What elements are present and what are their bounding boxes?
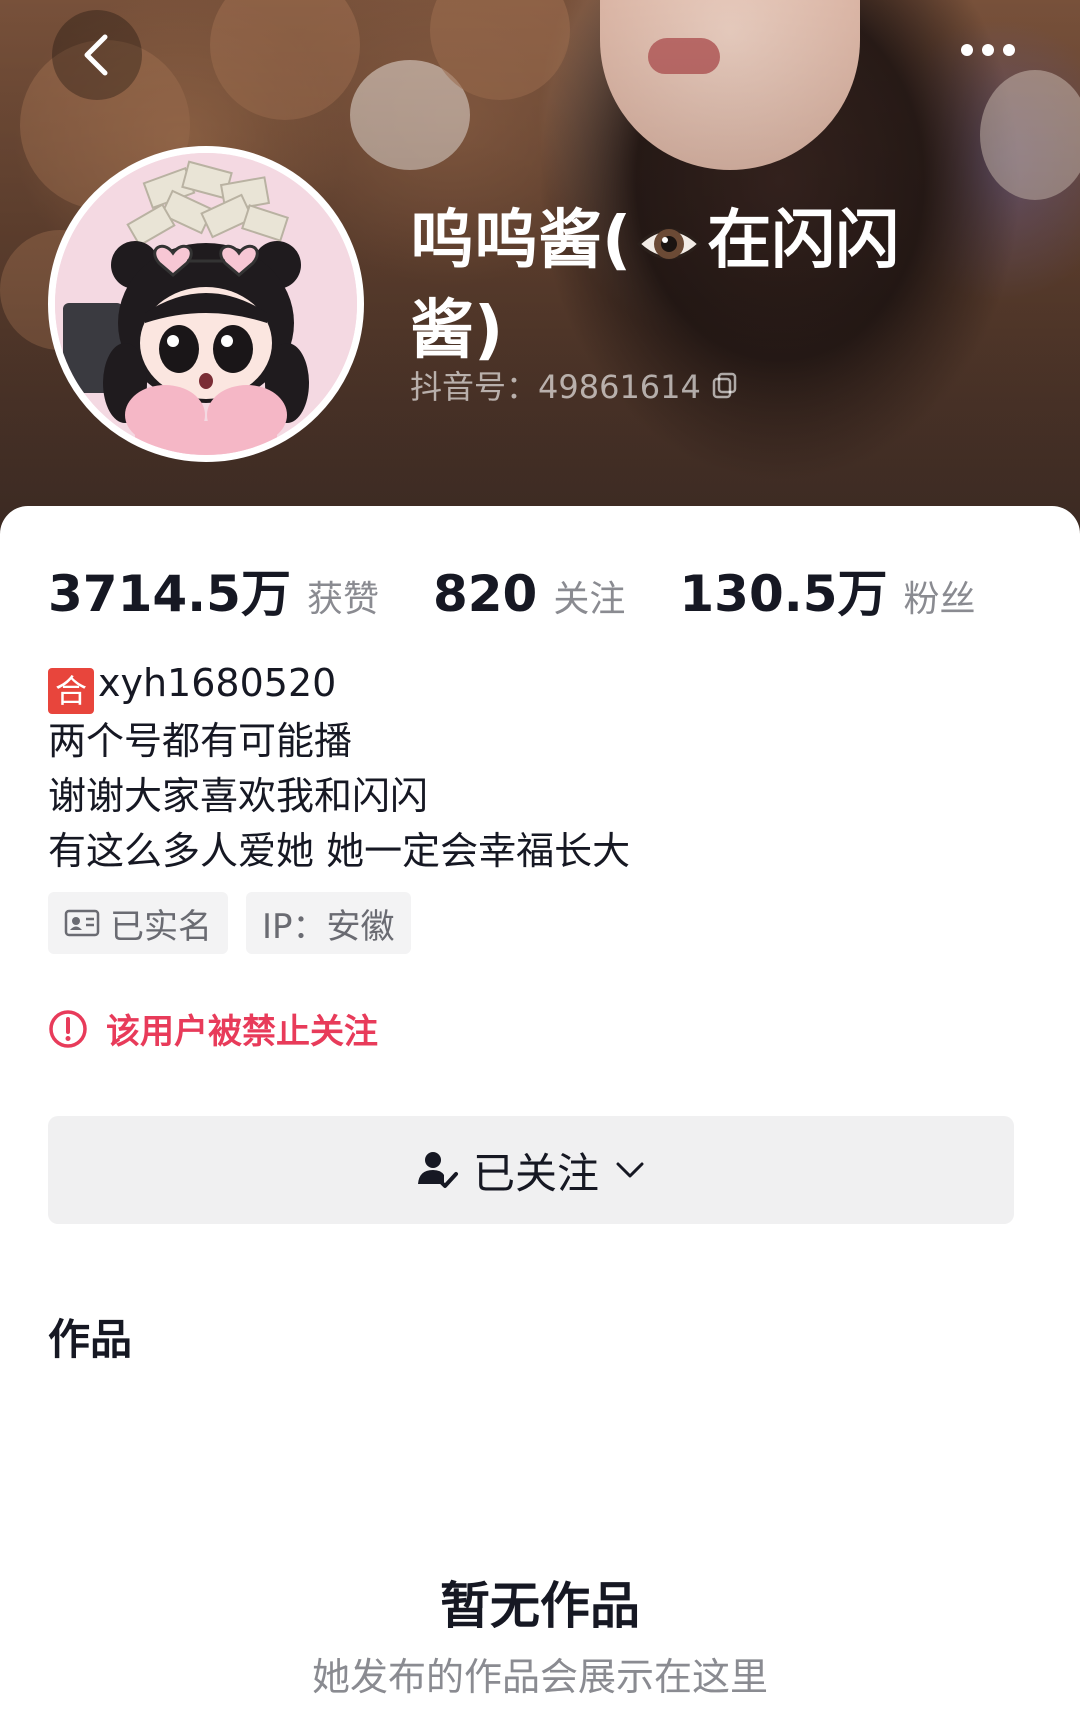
douyin-id-text: 抖音号：49861614 (410, 368, 701, 406)
id-card-icon (64, 909, 100, 937)
ip-location-chip: IP：安徽 (246, 892, 411, 954)
profile-sheet: 3714.5万 获赞 820 关注 130.5万 粉丝 合 xyh1680520 … (0, 506, 1080, 1713)
stat-likes-label: 获赞 (306, 579, 379, 620)
profile-name-part1: 呜呜酱( (410, 204, 632, 278)
stat-followers[interactable]: 130.5万 粉丝 (679, 554, 975, 626)
profile-name-part2: 在闪闪 (707, 204, 900, 278)
stat-likes-value: 3714.5万 (48, 565, 291, 623)
user-check-icon (417, 1152, 458, 1188)
ip-location-label: IP：安徽 (262, 906, 395, 947)
more-dots-icon (961, 44, 1015, 56)
stat-followers-label: 粉丝 (903, 579, 976, 620)
eye-emoji-icon (635, 208, 703, 290)
verified-chip[interactable]: 已实名 (48, 892, 228, 954)
stat-following[interactable]: 820 关注 (433, 565, 625, 623)
copy-icon[interactable] (711, 371, 739, 399)
warning-circle-icon (49, 1009, 87, 1048)
empty-state-subtitle: 她发布的作品会展示在这里 (311, 1655, 768, 1699)
more-options-button[interactable] (948, 24, 1028, 76)
avatar[interactable] (48, 146, 364, 462)
collab-tag-icon: 合 (48, 668, 94, 714)
collab-account[interactable]: xyh1680520 (98, 661, 336, 705)
verified-chip-label: 已实名 (110, 906, 212, 947)
back-button[interactable] (52, 10, 142, 100)
tab-works[interactable]: 作品 (48, 1306, 132, 1367)
follow-banned-text: 该用户被禁止关注 (106, 1012, 378, 1052)
stat-following-label: 关注 (553, 579, 626, 620)
bio-line: 两个号都有可能播 (48, 719, 353, 763)
back-arrow-icon (84, 34, 108, 76)
stat-following-value: 820 (432, 565, 538, 623)
avatar-illustration (55, 153, 357, 455)
profile-name: 呜呜酱( 在闪闪 酱) (410, 200, 1010, 372)
bio-collab-line: 合 xyh1680520 (48, 656, 630, 714)
stat-followers-value: 130.5万 (679, 565, 888, 623)
empty-state-title: 暂无作品 (440, 1577, 640, 1635)
douyin-id[interactable]: 抖音号：49861614 (410, 362, 739, 408)
chevron-down-icon (616, 1162, 644, 1178)
bio-line: 有这么多人爱她 她一定会幸福长大 (48, 829, 631, 873)
bio-line: 谢谢大家喜欢我和闪闪 (48, 774, 429, 818)
bio: 合 xyh1680520 两个号都有可能播 谢谢大家喜欢我和闪闪 有这么多人爱她 … (48, 656, 630, 879)
follow-banned-notice: 该用户被禁止关注 (48, 1004, 378, 1053)
followed-button[interactable]: 已关注 (48, 1116, 1014, 1224)
stats-row: 3714.5万 获赞 820 关注 130.5万 粉丝 (48, 554, 1030, 626)
profile-name-line2: 酱) (410, 294, 504, 368)
profile-chips: 已实名 IP：安徽 (48, 892, 411, 954)
stat-likes[interactable]: 3714.5万 获赞 (48, 554, 379, 626)
followed-button-label: 已关注 (472, 1148, 599, 1198)
